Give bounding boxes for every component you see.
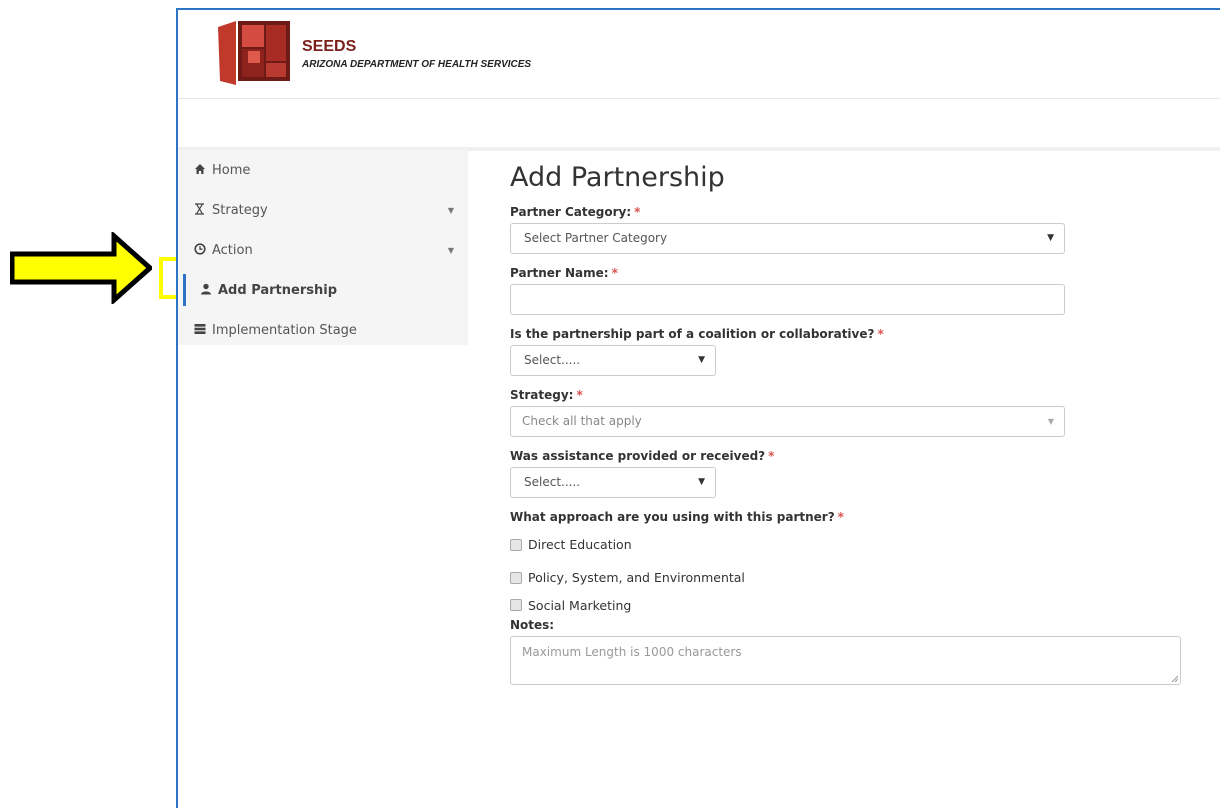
caret-down-icon: ▼ (447, 205, 454, 215)
seeds-logo (218, 21, 290, 85)
add-partnership-form: Add Partnership Partner Category: * Selec… (510, 162, 1200, 685)
dropdown-arrow-icon: ▼ (698, 355, 705, 365)
caret-down-icon: ▼ (447, 245, 454, 255)
hourglass-icon (194, 202, 208, 218)
strategy-label: Strategy: * (510, 388, 583, 402)
coalition-select[interactable]: Select..... ▼ (510, 345, 716, 376)
approach-label: What approach are you using with this pa… (510, 510, 844, 524)
approach-option-direct-education[interactable]: Direct Education (510, 528, 1200, 561)
callout-arrow (10, 232, 152, 304)
assistance-select[interactable]: Select..... ▼ (510, 467, 716, 498)
partner-name-label: Partner Name: * (510, 266, 618, 280)
sidebar-item-home[interactable]: Home (178, 150, 468, 190)
checkbox-label: Policy, System, and Environmental (528, 570, 745, 585)
strategy-multiselect[interactable]: Check all that apply ▼ (510, 406, 1065, 437)
brand-name: SEEDS (302, 38, 357, 55)
checkbox-label: Direct Education (528, 537, 632, 552)
server-icon (194, 323, 208, 338)
sidebar-item-add-partnership[interactable]: Add Partnership (178, 270, 468, 310)
app-header: SEEDS ARIZONA DEPARTMENT OF HEALTH SERVI… (178, 10, 1220, 99)
sidebar-item-label: Add Partnership (218, 282, 338, 298)
resize-grip-icon[interactable] (1170, 674, 1178, 682)
checkbox-label: Social Marketing (528, 597, 632, 613)
coalition-label: Is the partnership part of a coalition o… (510, 327, 884, 341)
approach-option-pse[interactable]: Policy, System, and Environmental (510, 561, 1200, 594)
top-nav-bar (178, 99, 1220, 151)
dropdown-arrow-icon: ▼ (1047, 233, 1054, 243)
partner-category-select[interactable]: Select Partner Category ▼ (510, 223, 1065, 254)
checkbox[interactable] (510, 571, 522, 584)
notes-label: Notes: (510, 618, 555, 632)
dropdown-arrow-icon: ▼ (698, 477, 705, 487)
dropdown-arrow-icon: ▼ (1047, 417, 1054, 426)
app-window: SEEDS ARIZONA DEPARTMENT OF HEALTH SERVI… (176, 8, 1220, 808)
sidebar-item-strategy[interactable]: Strategy ▼ (178, 190, 468, 230)
clock-icon (194, 242, 208, 258)
sidebar-item-implementation-stage[interactable]: Implementation Stage (178, 310, 468, 350)
sidebar-item-label: Implementation Stage (212, 322, 357, 338)
sidebar-item-label: Action (212, 242, 253, 258)
approach-option-social-marketing[interactable]: Social Marketing (510, 594, 1200, 616)
brand-subtitle: ARIZONA DEPARTMENT OF HEALTH SERVICES (302, 59, 532, 70)
sidebar-item-label: Strategy (212, 202, 268, 218)
sidebar-item-label: Home (212, 162, 251, 178)
notes-textarea[interactable]: Maximum Length is 1000 characters (510, 636, 1181, 685)
notes-placeholder: Maximum Length is 1000 characters (522, 645, 742, 659)
partner-name-input[interactable] (510, 284, 1065, 315)
sidebar: Home Strategy ▼ Action ▼ Add Partnership (178, 150, 468, 345)
user-icon (200, 283, 214, 298)
checkbox[interactable] (510, 599, 522, 611)
assistance-label: Was assistance provided or received? * (510, 449, 775, 463)
sidebar-item-action[interactable]: Action ▼ (178, 230, 468, 270)
page-title: Add Partnership (510, 162, 725, 193)
home-icon (194, 163, 208, 178)
partner-category-label: Partner Category: * (510, 205, 641, 219)
checkbox[interactable] (510, 538, 522, 551)
